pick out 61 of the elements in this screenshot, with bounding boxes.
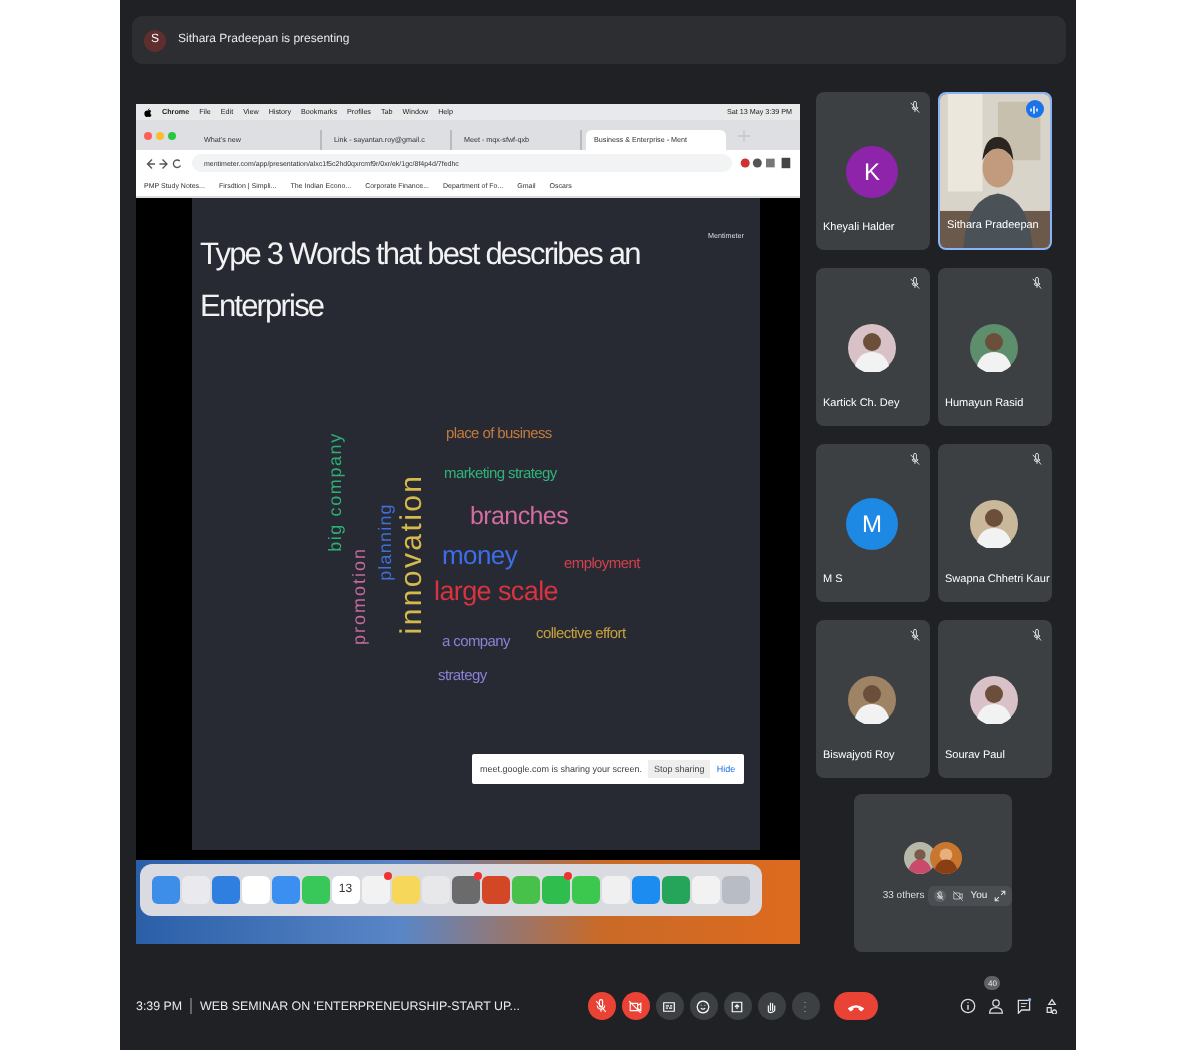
mic-off-icon [907, 452, 921, 466]
app-icon[interactable] [482, 876, 509, 904]
app-icon[interactable] [512, 876, 539, 904]
app-icon[interactable] [302, 876, 329, 904]
app-icon[interactable] [452, 876, 479, 904]
present-icon [728, 997, 747, 1015]
apple-icon[interactable] [144, 107, 152, 117]
app-icon[interactable] [362, 876, 389, 904]
slide-title: Type 3 Words that best describes an Enterprise [200, 236, 642, 328]
captions-icon [660, 997, 679, 1015]
app-icon[interactable] [632, 876, 659, 904]
camera-off-icon [952, 889, 965, 901]
avatar-icon [930, 841, 962, 873]
info-icon[interactable] [960, 998, 976, 1014]
mic-off-icon [907, 100, 921, 114]
window-controls-icon[interactable] [144, 131, 176, 139]
cloud-word: money [442, 542, 518, 568]
cloud-word: big company [327, 432, 345, 552]
app-icon[interactable] [662, 876, 689, 904]
cloud-word: branches [470, 504, 569, 529]
avatar-icon [970, 323, 1018, 371]
app-icon[interactable] [572, 876, 599, 904]
activities-icon[interactable] [1044, 998, 1060, 1014]
mic-off-icon [907, 276, 921, 290]
cloud-word: innovation [397, 473, 427, 635]
app-icon[interactable] [722, 876, 749, 904]
chat-icon[interactable] [1016, 998, 1032, 1014]
mic-off-icon [1029, 628, 1043, 642]
app-icon[interactable] [542, 876, 569, 904]
app-icon[interactable] [152, 876, 179, 904]
people-icon[interactable] [988, 998, 1004, 1014]
app-icon[interactable] [212, 876, 239, 904]
mic-icon [592, 997, 611, 1015]
avatar-icon [970, 675, 1018, 723]
captions-button[interactable] [655, 992, 684, 1020]
mic-off-icon [907, 628, 921, 642]
emoji-icon [694, 997, 713, 1015]
avatar-icon [848, 323, 896, 371]
avatar-icon [848, 675, 896, 723]
cloud-word: planning [377, 503, 395, 581]
letter-avatar: M [846, 497, 898, 549]
hand-button[interactable] [757, 992, 786, 1020]
mic-off-icon [1029, 452, 1043, 466]
extension-icon[interactable] [740, 156, 792, 170]
mic-button[interactable] [587, 992, 616, 1020]
navigation-icon[interactable] [144, 157, 184, 169]
app-icon[interactable] [242, 876, 269, 904]
hand-icon [762, 997, 781, 1015]
emoji-button[interactable] [689, 992, 718, 1020]
cloud-word: promotion [351, 546, 369, 646]
avatar-icon [970, 499, 1018, 547]
camera-button[interactable] [621, 992, 650, 1020]
letter-avatar: K [846, 145, 898, 197]
camera-icon [626, 997, 645, 1015]
mic-off-icon [1029, 276, 1043, 290]
app-icon[interactable] [272, 876, 299, 904]
leave-button[interactable] [833, 992, 878, 1020]
mic-off-icon [934, 889, 947, 901]
present-button[interactable] [723, 992, 752, 1020]
cloud-word: large scale [434, 578, 558, 605]
expand-icon[interactable] [993, 889, 1006, 901]
